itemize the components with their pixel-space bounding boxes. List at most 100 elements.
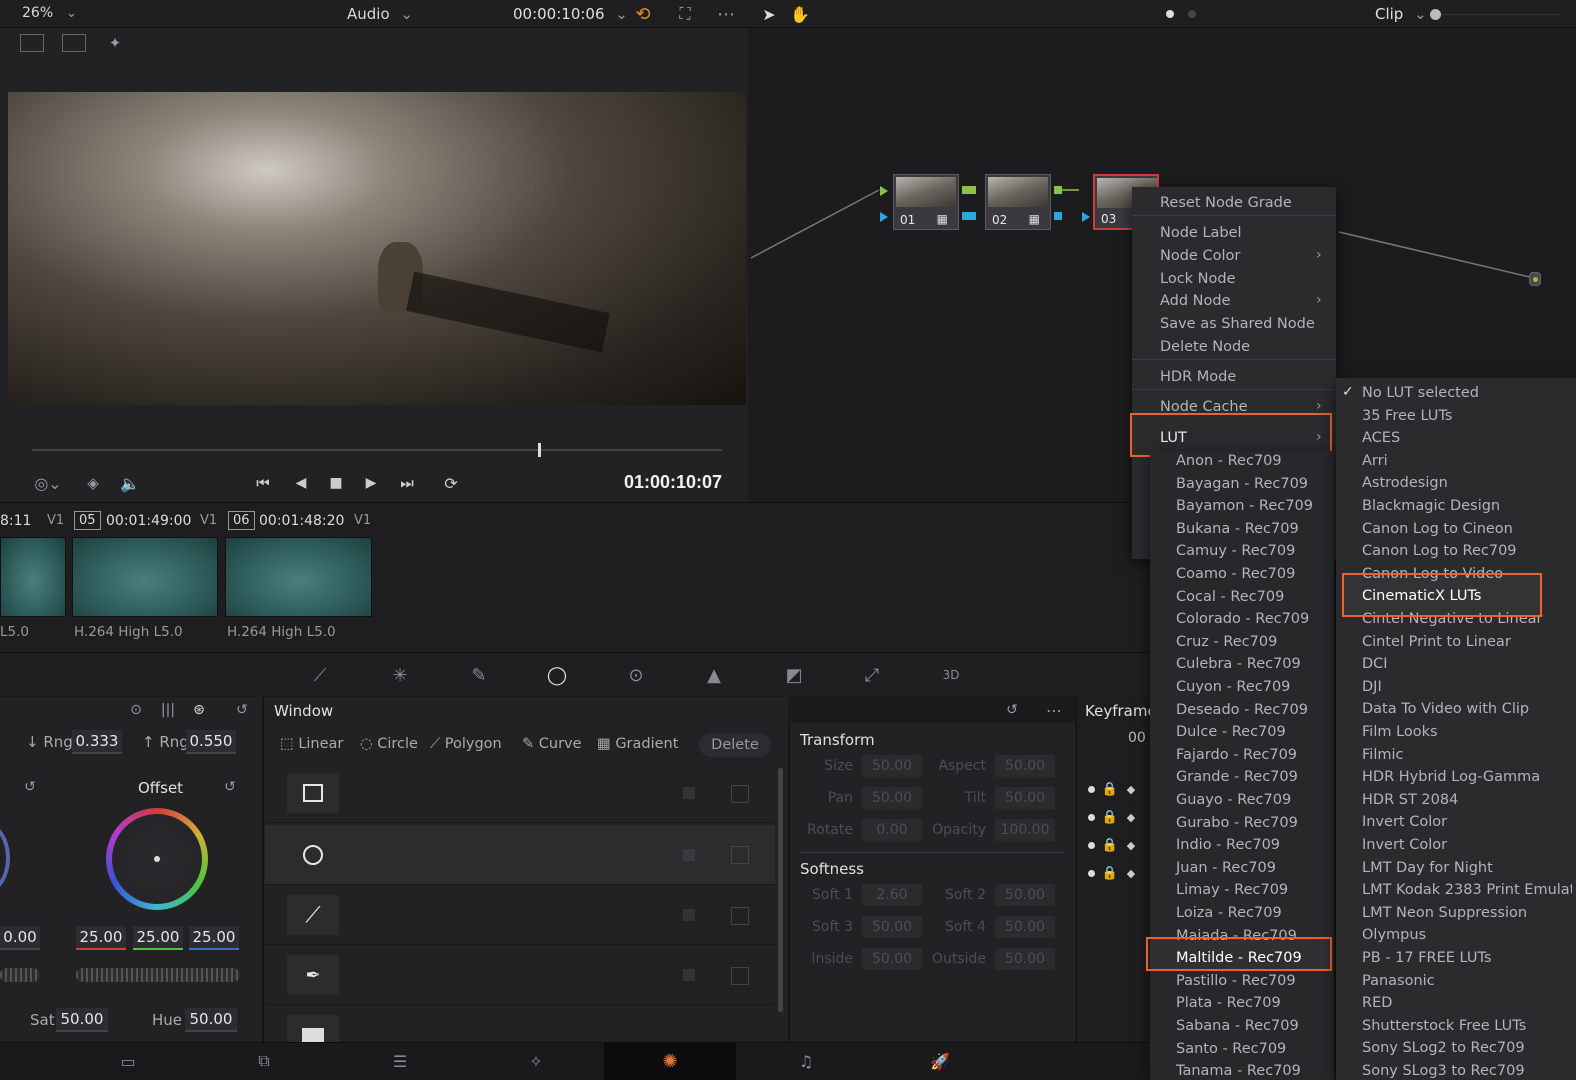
- lut-item[interactable]: Culebra - Rec709: [1176, 653, 1326, 675]
- lut-category-item[interactable]: Blackmagic Design: [1362, 495, 1572, 517]
- context-menu-item[interactable]: Reset Node Grade: [1160, 192, 1330, 214]
- lut-item[interactable]: Bukana - Rec709: [1176, 518, 1326, 540]
- step-back-icon[interactable]: ◀: [290, 472, 312, 494]
- lut-item[interactable]: Coamo - Rec709: [1176, 563, 1326, 585]
- layers-icon[interactable]: ◈: [82, 472, 104, 494]
- lut-item[interactable]: Pastillo - Rec709: [1176, 970, 1326, 992]
- offset-red[interactable]: 25.00: [76, 926, 126, 950]
- lut-category-item[interactable]: ACES: [1362, 427, 1572, 449]
- keyframe-diamond-icon[interactable]: ◆: [1124, 836, 1138, 854]
- lut-category-item[interactable]: HDR Hybrid Log-Gamma: [1362, 766, 1572, 788]
- lut-category-item[interactable]: Invert Color: [1362, 811, 1572, 833]
- window-toggle-icon[interactable]: [683, 969, 695, 981]
- clip-thumbnail[interactable]: [72, 537, 218, 617]
- context-menu-item[interactable]: Save as Shared Node: [1160, 313, 1330, 335]
- gallery-view-icon[interactable]: [62, 34, 86, 52]
- key-icon[interactable]: ◩: [774, 660, 814, 690]
- scrubber-track[interactable]: [32, 449, 722, 451]
- lut-category-item[interactable]: Panasonic: [1362, 970, 1572, 992]
- window-row-circle[interactable]: [265, 825, 775, 885]
- window-toggle-icon[interactable]: [683, 787, 695, 799]
- delete-button[interactable]: Delete: [699, 733, 771, 757]
- lut-item[interactable]: Cocal - Rec709: [1176, 586, 1326, 608]
- window-invert-icon[interactable]: [731, 846, 749, 864]
- keyframe-dot-icon[interactable]: [1088, 842, 1095, 849]
- node-output-blue[interactable]: [1054, 212, 1062, 220]
- left-value[interactable]: 0.00: [0, 926, 40, 950]
- edit-page-icon[interactable]: ☰: [380, 1046, 420, 1076]
- fusion-page-icon[interactable]: ✧: [516, 1046, 556, 1076]
- scrubber-playhead[interactable]: [538, 443, 541, 457]
- hand-icon[interactable]: ✋: [788, 3, 812, 25]
- lut-item[interactable]: Limay - Rec709: [1176, 879, 1326, 901]
- context-menu-item[interactable]: Lock Node: [1160, 268, 1330, 290]
- lut-item[interactable]: Loiza - Rec709: [1176, 902, 1326, 924]
- lut-category-item[interactable]: DCI: [1362, 653, 1572, 675]
- clip-thumbnail[interactable]: [225, 537, 372, 617]
- transform-param-input[interactable]: 50.00: [995, 884, 1055, 906]
- master-wheel-jog[interactable]: [0, 968, 40, 982]
- keyframe-dot-icon[interactable]: [1088, 786, 1095, 793]
- lut-category-item[interactable]: DJI: [1362, 676, 1572, 698]
- reset-icon[interactable]: ↺: [20, 777, 40, 797]
- picker-icon[interactable]: ⊙: [126, 700, 146, 720]
- lut-category-item[interactable]: Sony SLog3 to Rec709: [1362, 1060, 1572, 1080]
- lut-category-item[interactable]: LMT Neon Suppression: [1362, 902, 1572, 924]
- lock-icon[interactable]: 🔒: [1102, 780, 1118, 798]
- loop-icon[interactable]: ⟳: [438, 472, 464, 494]
- lut-item[interactable]: Santo - Rec709: [1176, 1038, 1326, 1060]
- lut-item[interactable]: Plata - Rec709: [1176, 992, 1326, 1014]
- node-output-green[interactable]: [1054, 186, 1062, 194]
- window-row-gradient[interactable]: [265, 1007, 775, 1042]
- color-page-icon[interactable]: ✺: [650, 1046, 690, 1076]
- rng-high-input[interactable]: 0.550: [186, 730, 236, 754]
- qualifier-icon[interactable]: ✎: [459, 660, 499, 690]
- offset-master-jog[interactable]: [76, 968, 240, 982]
- transform-param-input[interactable]: 2.60: [862, 884, 922, 906]
- lut-item[interactable]: Indio - Rec709: [1176, 834, 1326, 856]
- lut-item[interactable]: Deseado - Rec709: [1176, 699, 1326, 721]
- lut-item[interactable]: Grande - Rec709: [1176, 766, 1326, 788]
- lut-category-item[interactable]: LMT Kodak 2383 Print Emulati: [1362, 879, 1572, 901]
- polygon-tool[interactable]: ⟋ Polygon: [430, 736, 502, 752]
- sizing-icon[interactable]: ⤢: [852, 660, 892, 690]
- stop-icon[interactable]: ■: [325, 472, 347, 494]
- lut-category-item[interactable]: Canon Log to Rec709: [1362, 540, 1572, 562]
- lut-item[interactable]: Sabana - Rec709: [1176, 1015, 1326, 1037]
- lock-icon[interactable]: 🔒: [1102, 808, 1118, 826]
- context-menu-item[interactable]: Delete Node: [1160, 336, 1330, 358]
- deliver-page-icon[interactable]: 🚀: [920, 1046, 960, 1076]
- offset-color-wheel[interactable]: [106, 808, 208, 910]
- keyframe-dot-icon[interactable]: [1088, 814, 1095, 821]
- window-invert-icon[interactable]: [731, 907, 749, 925]
- rng-low-input[interactable]: 0.333: [72, 730, 122, 754]
- lut-item[interactable]: Cruz - Rec709: [1176, 631, 1326, 653]
- viewer-mode-icon[interactable]: ◎⌄: [28, 472, 68, 494]
- lut-item[interactable]: Juan - Rec709: [1176, 857, 1326, 879]
- hue-input[interactable]: 50.00: [185, 1008, 237, 1032]
- lut-item[interactable]: Fajardo - Rec709: [1176, 744, 1326, 766]
- transform-param-input[interactable]: 50.00: [862, 787, 922, 809]
- clip-slider-track[interactable]: [1441, 14, 1561, 15]
- skip-end-icon[interactable]: ⏭: [394, 472, 420, 494]
- keyframe-diamond-icon[interactable]: ◆: [1124, 808, 1138, 826]
- more-options-icon[interactable]: ⋯: [714, 3, 738, 25]
- lock-icon[interactable]: 🔒: [1102, 864, 1118, 882]
- skip-start-icon[interactable]: ⏮: [250, 472, 276, 494]
- node-output-blue[interactable]: [962, 212, 976, 220]
- reset-icon[interactable]: ↺: [220, 777, 240, 797]
- context-menu-item[interactable]: Add Node: [1160, 290, 1330, 312]
- curve-tool[interactable]: ✎ Curve: [522, 736, 582, 752]
- page-dot-active[interactable]: [1166, 10, 1174, 18]
- lut-category-item[interactable]: Olympus: [1362, 924, 1572, 946]
- lut-category-item[interactable]: Canon Log to Cineon: [1362, 518, 1572, 540]
- single-view-icon[interactable]: [20, 34, 44, 52]
- keyframe-diamond-icon[interactable]: ◆: [1124, 864, 1138, 882]
- timecode-dropdown[interactable]: 00:00:10:06 ⌄: [513, 5, 628, 23]
- fairlight-page-icon[interactable]: ♫: [786, 1046, 826, 1076]
- lut-category-item[interactable]: PB - 17 FREE LUTs: [1362, 947, 1572, 969]
- node-tree-output[interactable]: [1529, 272, 1541, 286]
- lut-category-item[interactable]: Cintel Print to Linear: [1362, 631, 1572, 653]
- transform-param-input[interactable]: 0.00: [862, 819, 922, 841]
- lut-category-item[interactable]: Data To Video with Clip: [1362, 698, 1572, 720]
